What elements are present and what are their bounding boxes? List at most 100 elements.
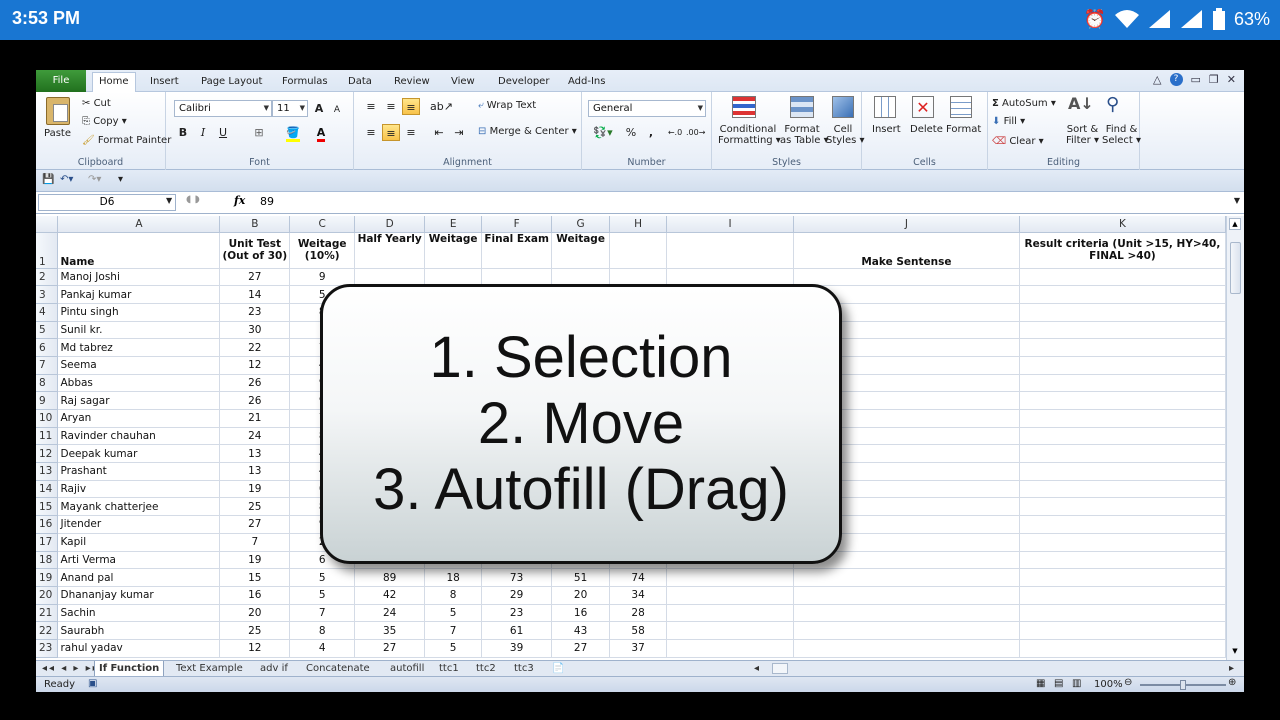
cell[interactable] (793, 621, 1020, 640)
row-header[interactable]: 22 (36, 621, 59, 640)
cell[interactable]: 20 (551, 586, 611, 605)
cell[interactable] (1019, 480, 1226, 499)
row-header[interactable]: 11 (36, 427, 59, 446)
cell[interactable] (1019, 533, 1226, 552)
conditional-formatting-icon[interactable] (732, 96, 756, 118)
page-break-view-icon[interactable]: ▥ (1072, 678, 1081, 689)
close-icon[interactable]: ✕ (1227, 73, 1236, 86)
cell[interactable]: 22 (219, 338, 291, 357)
hscroll-right-icon[interactable]: ▸ (1225, 661, 1238, 676)
cell[interactable]: 24 (219, 427, 291, 446)
cell[interactable]: Deepak kumar (57, 444, 221, 464)
row-header[interactable]: 10 (36, 409, 59, 428)
row-header[interactable]: 13 (36, 462, 59, 481)
cell[interactable]: Seema (57, 356, 221, 375)
align-top-icon[interactable]: ≡ (362, 98, 380, 115)
orientation-icon[interactable]: ab↗ (430, 98, 453, 115)
tab-add-ins[interactable]: Add-Ins (562, 73, 611, 92)
tab-file[interactable]: File (36, 70, 86, 92)
cell[interactable] (609, 232, 668, 269)
cell[interactable]: 28 (609, 604, 668, 623)
cell[interactable]: Manoj Joshi (57, 268, 221, 287)
row-header[interactable]: 4 (36, 303, 59, 322)
cell[interactable]: Mayank chatterjee (57, 497, 221, 517)
cell[interactable]: Make Sentense (793, 232, 1020, 269)
format-cells-icon[interactable] (950, 96, 972, 118)
cell[interactable] (1019, 551, 1226, 570)
cell[interactable]: 5 (289, 568, 356, 587)
select-all-corner[interactable] (36, 216, 59, 233)
cell[interactable]: 37 (609, 639, 668, 658)
cell[interactable] (1019, 391, 1226, 410)
cell[interactable] (1019, 409, 1226, 428)
row-header[interactable]: 19 (36, 568, 59, 587)
cell[interactable]: Kapil (57, 533, 221, 552)
cell[interactable] (666, 604, 794, 623)
cell[interactable]: 7 (219, 533, 291, 552)
cell[interactable]: 7 (289, 604, 356, 623)
zoom-out-icon[interactable]: ⊖ (1124, 677, 1132, 688)
align-left-icon[interactable]: ≡ (362, 124, 380, 141)
cell[interactable]: 13 (219, 462, 291, 481)
row-header[interactable]: 16 (36, 515, 59, 534)
cell[interactable]: 27 (354, 639, 426, 658)
cell[interactable] (1019, 444, 1226, 464)
shrink-font-button[interactable]: A (328, 102, 346, 119)
bold-button[interactable]: B (174, 124, 192, 141)
cell[interactable]: 26 (219, 391, 291, 410)
cell[interactable]: Unit Test (Out of 30) (219, 232, 291, 269)
tab-data[interactable]: Data (342, 73, 378, 92)
column-header[interactable]: I (666, 216, 794, 233)
underline-button[interactable]: U (214, 124, 232, 141)
find-select-button[interactable]: Find & Select ▾ (1102, 124, 1141, 146)
cell[interactable] (1019, 621, 1226, 640)
cell[interactable]: 25 (219, 497, 291, 517)
column-header[interactable]: D (354, 216, 426, 233)
page-layout-view-icon[interactable]: ▤ (1054, 678, 1063, 689)
align-right-icon[interactable]: ≡ (402, 124, 420, 141)
format-painter-button[interactable]: 🖌 Format Painter (82, 135, 171, 146)
cell[interactable]: Raj sagar (57, 391, 221, 410)
tab-home[interactable]: Home (92, 72, 136, 92)
scroll-up-icon[interactable]: ▲ (1229, 218, 1241, 230)
cell[interactable] (1019, 356, 1226, 375)
cell[interactable] (1019, 321, 1226, 340)
cell[interactable]: 74 (609, 568, 668, 587)
increase-decimal-icon[interactable]: ←.0 (666, 124, 684, 141)
sheet-tab-autofill[interactable]: autofill (386, 661, 428, 676)
grow-font-button[interactable]: A (310, 100, 328, 117)
row-header[interactable]: 1 (36, 232, 59, 269)
cell[interactable]: Sunil kr. (57, 321, 221, 340)
cell[interactable] (1019, 497, 1226, 517)
column-header[interactable]: H (609, 216, 668, 233)
cell[interactable] (1019, 268, 1226, 287)
cell[interactable] (1019, 639, 1226, 658)
cell[interactable]: Name (57, 232, 221, 269)
cell[interactable]: 5 (424, 639, 483, 658)
tab-review[interactable]: Review (388, 73, 436, 92)
cell[interactable]: Prashant (57, 462, 221, 481)
row-header[interactable]: 8 (36, 374, 59, 393)
cell[interactable]: 19 (219, 480, 291, 499)
row-header[interactable]: 18 (36, 551, 59, 570)
cell[interactable]: 29 (481, 586, 553, 605)
italic-button[interactable]: I (194, 124, 212, 141)
cell[interactable]: 5 (424, 604, 483, 623)
normal-view-icon[interactable]: ▦ (1036, 678, 1045, 689)
column-header[interactable]: F (481, 216, 553, 233)
cell[interactable]: 8 (289, 621, 356, 640)
cell[interactable]: 5 (289, 586, 356, 605)
sheet-tab-ttc2[interactable]: ttc2 (472, 661, 500, 676)
redo-icon[interactable]: ↷▾ (88, 174, 101, 185)
cell[interactable]: 12 (219, 639, 291, 658)
insert-cells-button[interactable]: Insert (872, 124, 901, 135)
paste-icon[interactable] (46, 97, 70, 125)
cell[interactable]: 34 (609, 586, 668, 605)
cell[interactable]: 9 (289, 268, 356, 287)
cell[interactable]: Result criteria (Unit >15, HY>40, FINAL >… (1019, 232, 1226, 269)
percent-button[interactable]: % (622, 124, 640, 141)
cell[interactable] (666, 568, 794, 587)
row-header[interactable]: 7 (36, 356, 59, 375)
row-header[interactable]: 3 (36, 285, 59, 304)
cell[interactable] (793, 568, 1020, 587)
